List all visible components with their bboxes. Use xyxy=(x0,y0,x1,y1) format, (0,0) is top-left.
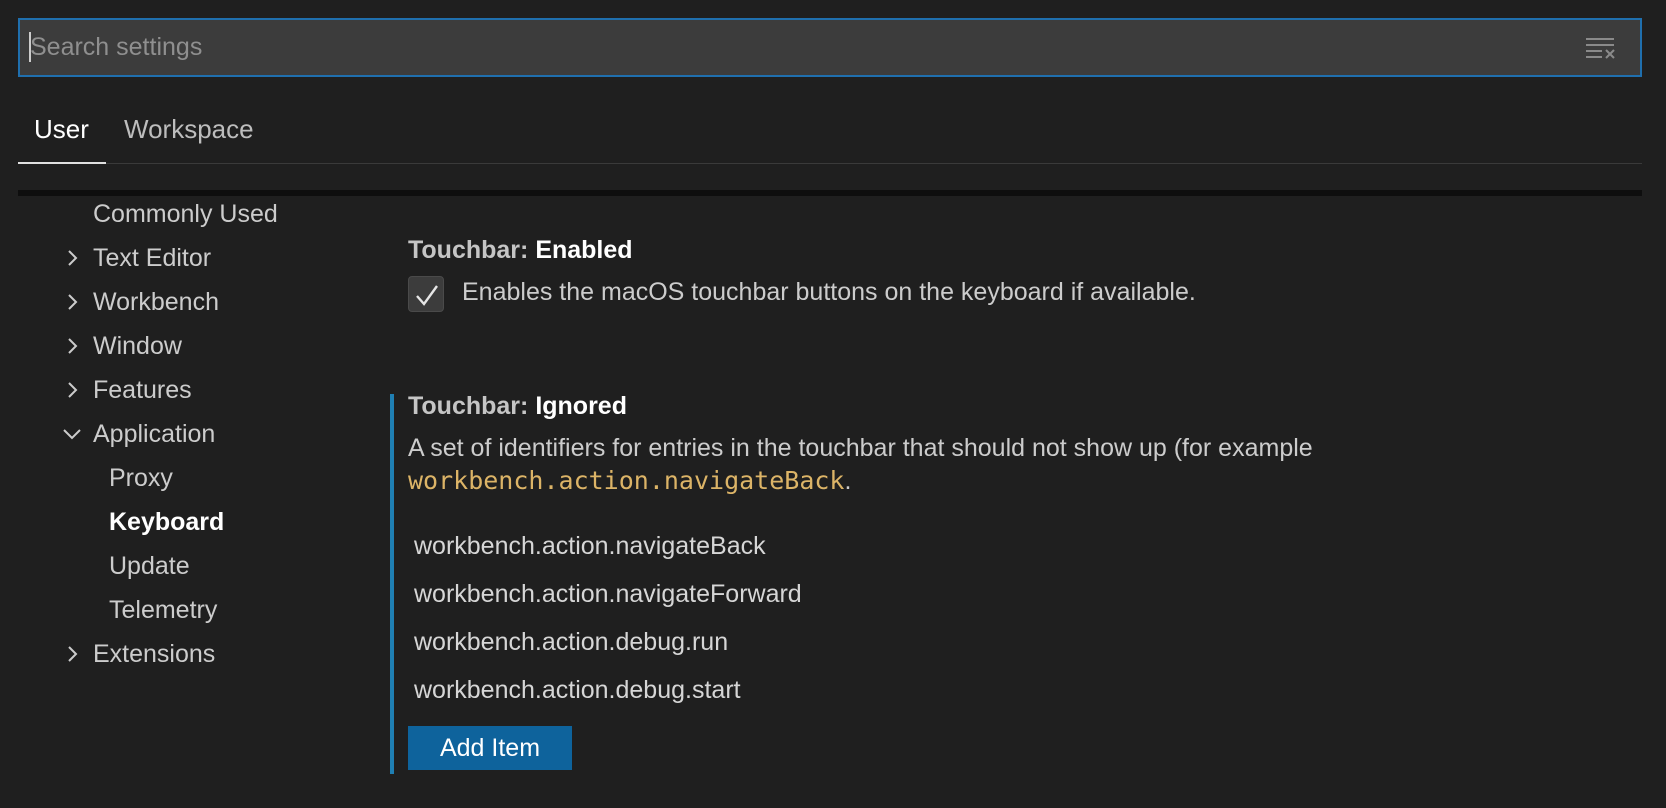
toc-item-workbench[interactable]: Workbench xyxy=(68,284,219,320)
chevron-right-icon xyxy=(68,382,78,398)
toc-item-label: Extensions xyxy=(93,640,216,668)
chevron-right-icon xyxy=(68,338,78,354)
chevron-right-icon xyxy=(68,294,78,310)
toc-item-label: Features xyxy=(93,376,192,404)
toc-item-label: Commonly Used xyxy=(93,200,278,228)
toc-item-label: Proxy xyxy=(109,464,173,492)
setting-category: Touchbar: xyxy=(408,392,536,420)
clear-filter-icon[interactable] xyxy=(1584,34,1616,60)
touchbar-enabled-checkbox[interactable] xyxy=(408,276,444,312)
setting-name: Enabled xyxy=(535,236,633,264)
setting-description-touchbar-ignored: A set of identifiers for entries in the … xyxy=(408,434,1313,462)
toc-item-label: Update xyxy=(109,552,190,580)
checkmark-icon xyxy=(416,285,438,306)
toc-item-window[interactable]: Window xyxy=(68,328,182,364)
toc-item-commonly-used[interactable]: Commonly Used xyxy=(93,196,278,232)
setting-title-touchbar-enabled: Touchbar: Enabled xyxy=(408,236,633,265)
search-box[interactable] xyxy=(18,18,1642,77)
setting-description-touchbar-enabled: Enables the macOS touchbar buttons on th… xyxy=(462,278,1196,306)
toc-item-keyboard[interactable]: Keyboard xyxy=(109,504,224,540)
search-input[interactable] xyxy=(30,20,1570,75)
list-item[interactable]: workbench.action.debug.run xyxy=(408,620,908,664)
focused-setting-indicator xyxy=(390,394,394,774)
toc-item-text-editor[interactable]: Text Editor xyxy=(68,240,212,276)
toc-item-label: Window xyxy=(93,332,182,360)
toc-item-label: Text Editor xyxy=(93,244,212,272)
code-example: workbench.action.navigateBack. xyxy=(408,466,851,496)
chevron-right-icon xyxy=(68,250,78,266)
setting-title-touchbar-ignored: Touchbar: Ignored xyxy=(408,392,627,421)
add-item-button[interactable]: Add Item xyxy=(408,726,572,770)
list-item-text: workbench.action.debug.start xyxy=(414,676,741,704)
toc-item-features[interactable]: Features xyxy=(68,372,192,408)
tab-user[interactable]: User xyxy=(34,114,89,164)
toc-item-label: Keyboard xyxy=(109,508,225,536)
list-item-text: workbench.action.debug.run xyxy=(414,628,729,656)
list-item[interactable]: workbench.action.navigateBack xyxy=(408,524,908,568)
tab-workspace-label: Workspace xyxy=(124,114,254,144)
code-suffix: . xyxy=(844,467,852,495)
setting-category: Touchbar: xyxy=(408,236,536,264)
toc-item-label: Application xyxy=(93,420,216,448)
toc-item-label: Workbench xyxy=(93,288,219,316)
settings-scope-tabs: User Workspace xyxy=(18,104,1642,164)
list-item[interactable]: workbench.action.debug.start xyxy=(408,668,908,712)
tab-user-label: User xyxy=(34,114,89,144)
toc-item-extensions[interactable]: Extensions xyxy=(68,636,216,672)
list-item-text: workbench.action.navigateBack xyxy=(414,532,766,560)
toc-item-label: Telemetry xyxy=(109,596,218,624)
toc-item-proxy[interactable]: Proxy xyxy=(109,460,173,496)
list-item[interactable]: workbench.action.navigateForward xyxy=(408,572,908,616)
chevron-down-icon xyxy=(63,429,81,440)
chevron-right-icon xyxy=(68,646,78,662)
settings-toc: Commonly Used Text Editor Workbench Wind… xyxy=(18,196,358,796)
setting-name: Ignored xyxy=(535,392,627,420)
active-tab-indicator xyxy=(18,162,106,164)
tab-workspace[interactable]: Workspace xyxy=(124,114,254,164)
toc-item-update[interactable]: Update xyxy=(109,548,190,584)
toc-item-telemetry[interactable]: Telemetry xyxy=(109,592,217,628)
toc-item-application[interactable]: Application xyxy=(63,416,216,452)
list-item-text: workbench.action.navigateForward xyxy=(414,580,802,608)
code-example-text: workbench.action.navigateBack xyxy=(408,466,845,495)
